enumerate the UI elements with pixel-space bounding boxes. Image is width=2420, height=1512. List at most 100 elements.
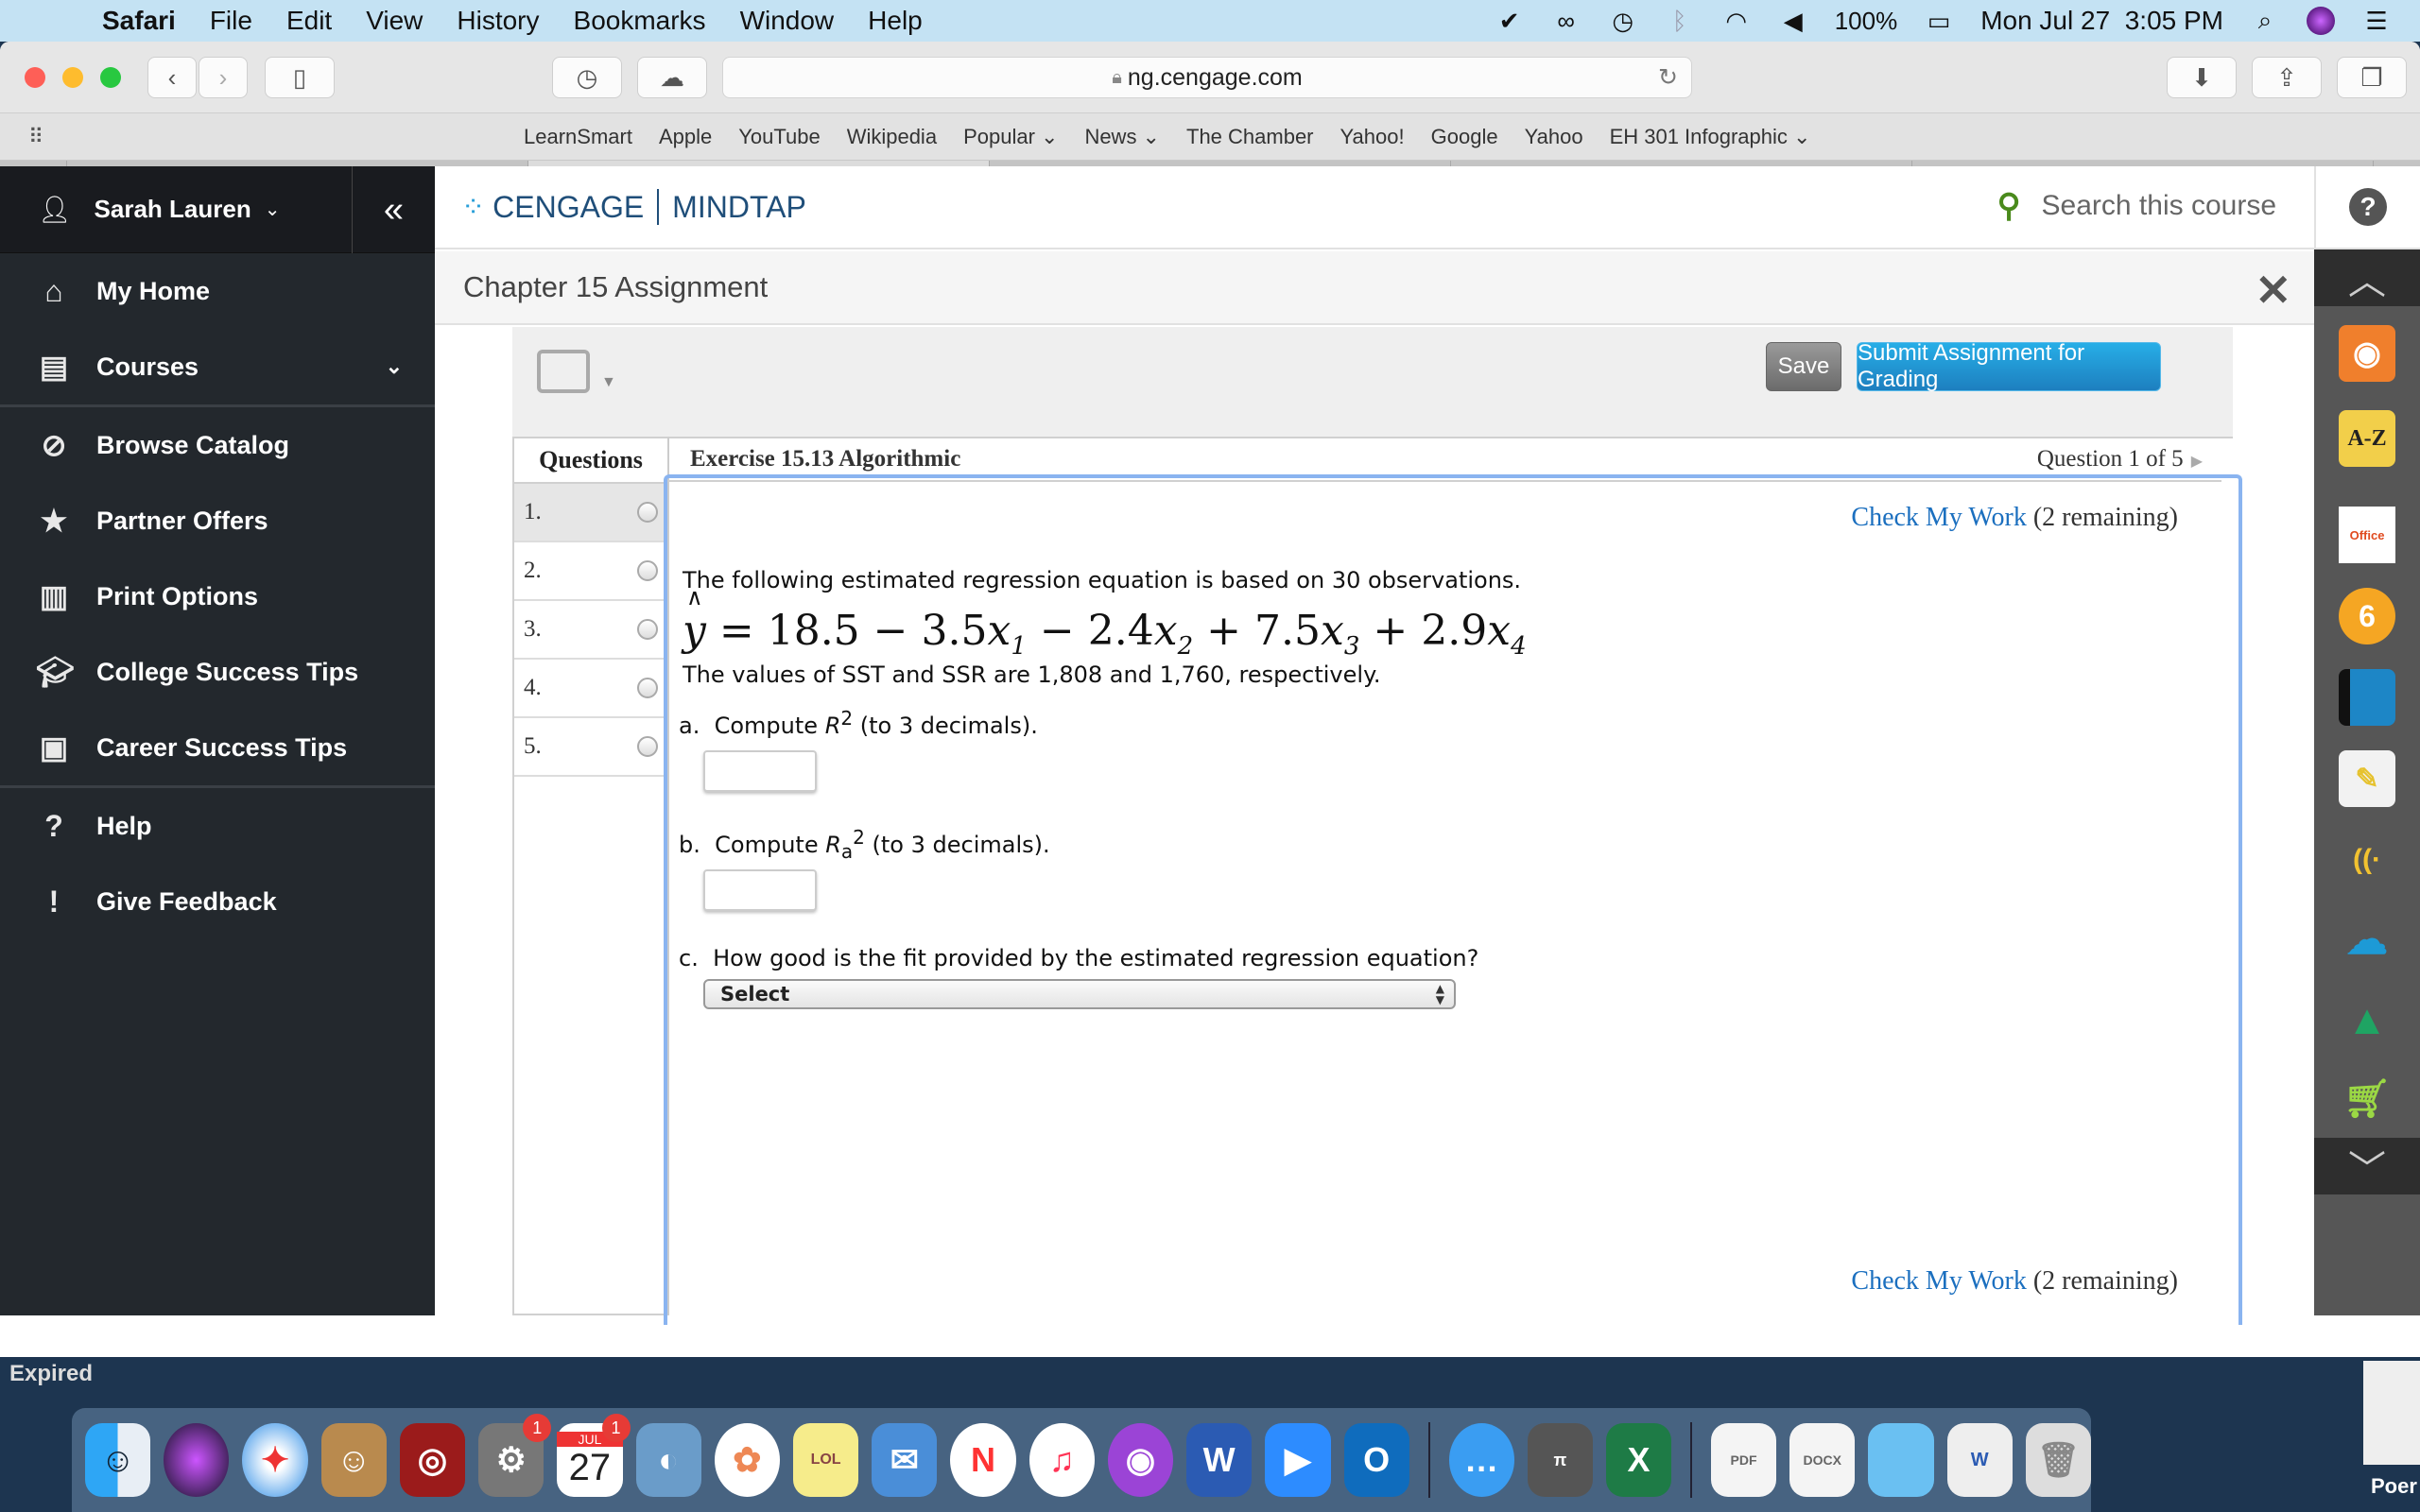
sidebar-item-give-feedback[interactable]: ! Give Feedback bbox=[0, 864, 435, 939]
favorite-the-chamber[interactable]: The Chamber bbox=[1186, 125, 1314, 149]
help-button[interactable]: ? bbox=[2314, 166, 2420, 249]
r-squared-input[interactable] bbox=[703, 750, 817, 792]
mail-icon[interactable]: ✉ bbox=[872, 1423, 938, 1497]
question-item-1[interactable]: 1. bbox=[514, 484, 667, 542]
volume-icon[interactable]: ◀ bbox=[1778, 6, 1808, 36]
creative-cloud-icon[interactable]: ∞ bbox=[1551, 6, 1582, 36]
glossary-az-icon[interactable]: A-Z bbox=[2339, 410, 2395, 467]
office-icon[interactable]: Office bbox=[2339, 507, 2395, 563]
menu-help[interactable]: Help bbox=[868, 6, 923, 36]
question-item-4[interactable]: 4. bbox=[514, 660, 667, 718]
sidebar-item-browse-catalog[interactable]: ⊘ Browse Catalog bbox=[0, 407, 435, 483]
share-button[interactable]: ⇪ bbox=[2252, 57, 2322, 98]
downloads-folder-icon[interactable] bbox=[1868, 1423, 1934, 1497]
photos-icon[interactable]: ✿ bbox=[714, 1423, 780, 1497]
zoom-icon[interactable]: ▶ bbox=[1265, 1423, 1331, 1497]
time-machine-icon[interactable]: ◷ bbox=[1608, 6, 1638, 36]
desktop-file-label[interactable]: Poer bbox=[2371, 1474, 2417, 1499]
icloud-tabs-button[interactable]: ☁ bbox=[637, 57, 707, 98]
menu-view[interactable]: View bbox=[366, 6, 423, 36]
contacts-icon[interactable]: ☺ bbox=[320, 1423, 387, 1497]
favorite-youtube[interactable]: YouTube bbox=[738, 125, 820, 149]
menu-history[interactable]: History bbox=[457, 6, 539, 36]
favorite-eh301-infographic[interactable]: EH 301 Infographic ⌄ bbox=[1610, 125, 1811, 149]
word-icon[interactable]: W bbox=[1186, 1423, 1253, 1497]
favorite-yahoo-exclaim[interactable]: Yahoo! bbox=[1340, 125, 1405, 149]
calendar-icon[interactable]: JUL 27 1 bbox=[557, 1414, 631, 1497]
check-my-work-link[interactable]: Check My Work bbox=[1851, 1266, 2026, 1296]
bluetooth-icon[interactable]: ᛒ bbox=[1665, 6, 1695, 36]
downloads-button[interactable]: ⬇ bbox=[2167, 57, 2237, 98]
finder-icon[interactable]: ☺ bbox=[85, 1423, 151, 1497]
sidebar-item-partner-offers[interactable]: ★ Partner Offers bbox=[0, 483, 435, 558]
readspeaker-icon[interactable]: ((· bbox=[2339, 832, 2395, 888]
favorite-apple[interactable]: Apple bbox=[659, 125, 712, 149]
battery-icon[interactable]: ▭ bbox=[1924, 6, 1954, 36]
google-drive-icon[interactable]: ▲ bbox=[2339, 992, 2395, 1049]
close-assignment-icon[interactable]: ✕ bbox=[2255, 265, 2291, 316]
sidebar-item-courses[interactable]: ▤ Courses ⌄ bbox=[0, 329, 435, 404]
history-clock-button[interactable]: ◷ bbox=[552, 57, 622, 98]
favorite-popular[interactable]: Popular ⌄ bbox=[963, 125, 1058, 149]
favorite-learnsmart[interactable]: LearnSmart bbox=[524, 125, 632, 149]
onedrive-icon[interactable]: ☁ bbox=[2339, 911, 2395, 968]
notes-highlight-icon[interactable]: ✎ bbox=[2339, 750, 2395, 807]
zoom-window-button[interactable] bbox=[100, 67, 121, 88]
menu-file[interactable]: File bbox=[210, 6, 252, 36]
shopping-cart-icon[interactable]: 🛒︎ bbox=[2339, 1070, 2395, 1126]
close-window-button[interactable] bbox=[25, 67, 45, 88]
menu-edit[interactable]: Edit bbox=[286, 6, 332, 36]
question-item-2[interactable]: 2. bbox=[514, 542, 667, 601]
siri-dock-icon[interactable] bbox=[164, 1423, 230, 1497]
menu-safari[interactable]: Safari bbox=[102, 6, 176, 36]
cengage-mindtap-logo[interactable]: ⁘ CENGAGE MINDTAP bbox=[461, 189, 806, 225]
pdf-document-icon[interactable]: PDF bbox=[1710, 1423, 1777, 1497]
save-button[interactable]: Save bbox=[1766, 342, 1841, 391]
photo-booth-icon[interactable]: ◎ bbox=[399, 1423, 466, 1497]
wifi-icon[interactable]: ◠ bbox=[1721, 6, 1752, 36]
trash-icon[interactable]: 🗑︎ bbox=[2025, 1423, 2092, 1497]
adjusted-r-squared-input[interactable] bbox=[703, 869, 817, 911]
preview-icon[interactable]: ◐ bbox=[635, 1423, 701, 1497]
calculator-icon[interactable]: π bbox=[1527, 1423, 1593, 1497]
music-icon[interactable]: ♫ bbox=[1028, 1423, 1095, 1497]
rail-scroll-up-icon[interactable]: ︿ bbox=[2314, 249, 2420, 306]
desktop-file-thumbnail[interactable] bbox=[2363, 1361, 2420, 1465]
question-item-5[interactable]: 5. bbox=[514, 718, 667, 777]
reload-icon[interactable]: ↻ bbox=[1658, 63, 1678, 92]
favorite-wikipedia[interactable]: Wikipedia bbox=[847, 125, 937, 149]
sidebar-item-college-success-tips[interactable]: 🎓︎ College Success Tips bbox=[0, 634, 435, 710]
desktop-label-expired[interactable]: Expired bbox=[9, 1361, 93, 1387]
fit-quality-select[interactable]: Select ▲ ▼ bbox=[703, 979, 1456, 1009]
sidebar-item-career-success-tips[interactable]: ▣ Career Success Tips bbox=[0, 710, 435, 785]
ebook-icon[interactable] bbox=[2339, 669, 2395, 726]
outlook-icon[interactable]: O bbox=[1343, 1423, 1409, 1497]
sidebar-item-help[interactable]: ? Help bbox=[0, 788, 435, 864]
collapse-sidebar-button[interactable]: « bbox=[352, 166, 435, 253]
minimize-window-button[interactable] bbox=[62, 67, 83, 88]
stickies-icon[interactable]: LOL bbox=[792, 1423, 859, 1497]
spotlight-search-icon[interactable]: ⌕ bbox=[2250, 6, 2280, 36]
caret-down-icon[interactable]: ▼ bbox=[601, 374, 616, 391]
sidebar-toggle-button[interactable]: ▯ bbox=[265, 57, 335, 98]
podcasts-icon[interactable]: ◉ bbox=[1107, 1423, 1174, 1497]
back-button[interactable]: ‹ bbox=[147, 57, 197, 98]
word-document-icon[interactable]: W bbox=[1946, 1423, 2013, 1497]
notification-center-icon[interactable]: ☰ bbox=[2361, 6, 2392, 36]
docx-document-icon[interactable]: DOCX bbox=[1789, 1423, 1856, 1497]
next-question-icon[interactable]: ▶ bbox=[2191, 454, 2203, 470]
question-counter[interactable]: Question 1 of 5 ▶ bbox=[2037, 446, 2203, 472]
rail-scroll-down-icon[interactable]: ﹀ bbox=[2314, 1138, 2420, 1194]
submit-assignment-button[interactable]: Submit Assignment for Grading bbox=[1857, 340, 2161, 392]
favorite-google[interactable]: Google bbox=[1431, 125, 1498, 149]
clock[interactable]: Mon Jul 27 3:05 PM bbox=[1980, 6, 2223, 36]
favorite-news[interactable]: News ⌄ bbox=[1084, 125, 1160, 149]
keyboard-icon[interactable] bbox=[537, 350, 590, 393]
menu-bookmarks[interactable]: Bookmarks bbox=[574, 6, 706, 36]
tab-overview-button[interactable]: ❐ bbox=[2337, 57, 2407, 98]
top-sites-grid-icon[interactable]: ⠿ bbox=[28, 125, 43, 149]
user-menu[interactable]: 👤︎ Sarah Lauren ⌄ « bbox=[0, 166, 435, 253]
forward-button[interactable]: › bbox=[199, 57, 248, 98]
system-preferences-icon[interactable]: ⚙ 1 bbox=[478, 1414, 552, 1497]
rss-feed-icon[interactable]: ◉ bbox=[2339, 325, 2395, 382]
